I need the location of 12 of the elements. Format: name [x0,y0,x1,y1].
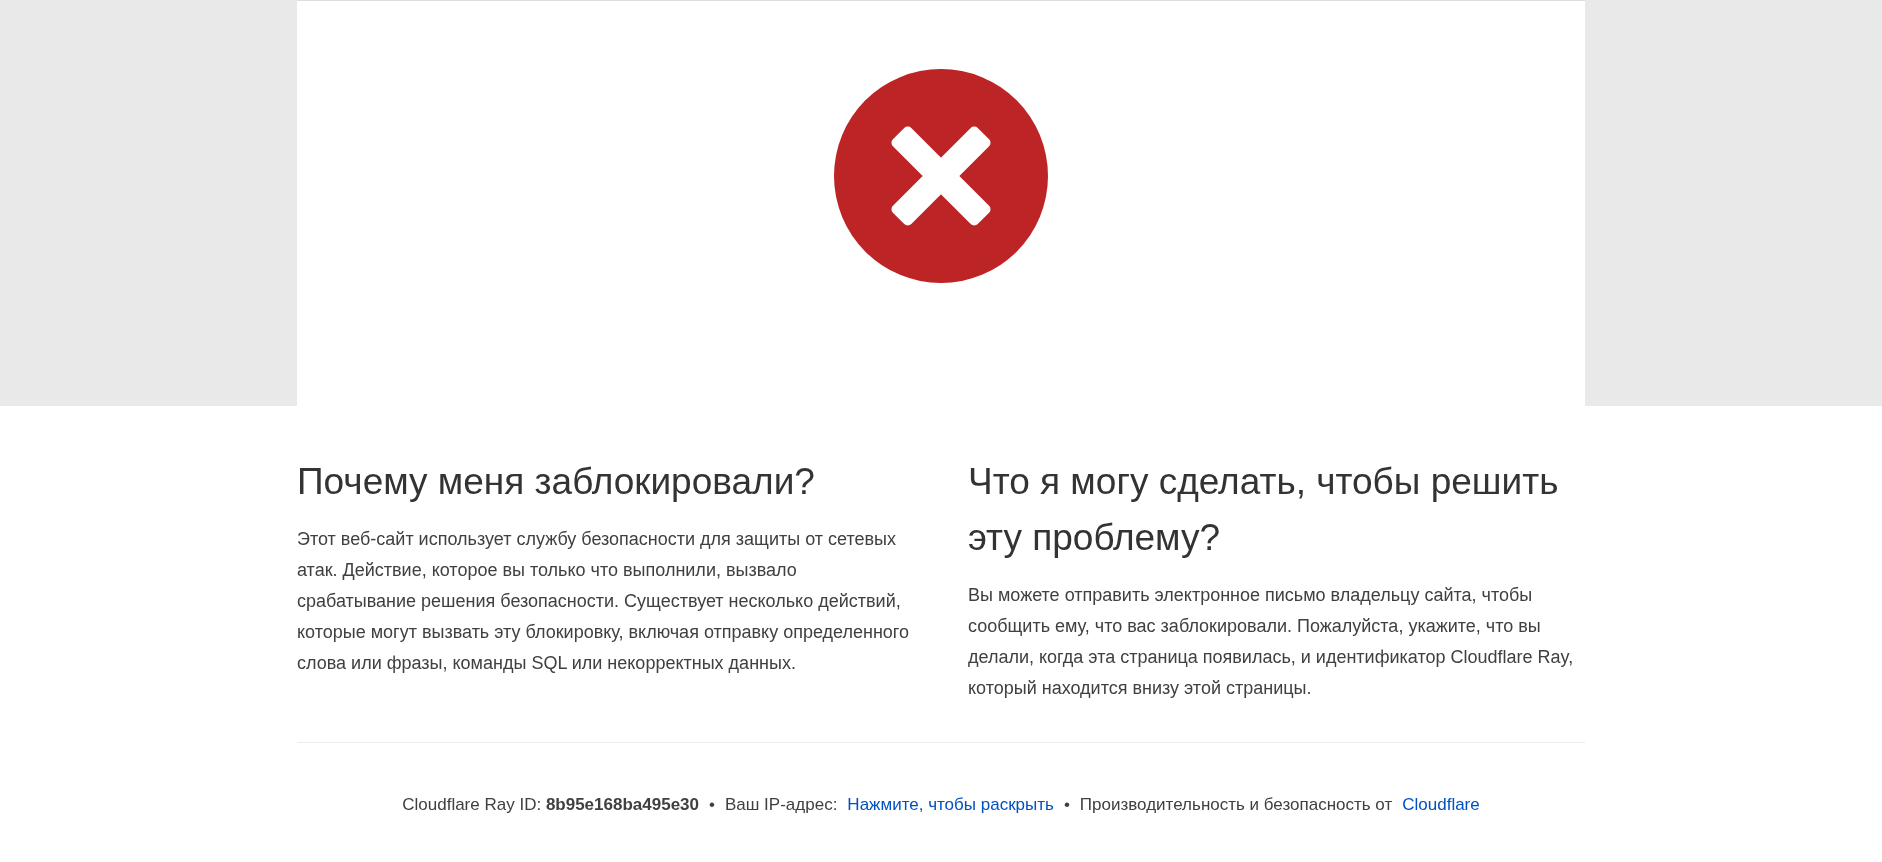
section-heading: Что я могу сделать, чтобы решить эту проблему? [968,460,1560,560]
ray-id-text: Cloudflare Ray ID: 8b95e168ba495e30 [402,795,699,815]
performance-label: Производительность и безопасность от [1079,795,1393,815]
reveal-ip-link[interactable]: Нажмите, чтобы раскрыть [847,795,1054,815]
error-icon [834,69,1048,283]
separator-dot: • [1063,795,1070,815]
separator-dot: • [709,795,715,815]
provider-link[interactable]: Cloudflare [1402,795,1480,815]
section-text: Этот веб-сайт использует службу безопасности для защиты от сетевых атак. Действие, которое вы только что выполнили, вызвало срабатывание решения безопасности. Существует несколько действий, которые могут вызвать эту блокировку, включая отправку определенного слова или фразы, команды SQL или некорректных данных. [297,528,911,675]
section-heading: Почему меня заблокировали? [297,460,816,504]
ip-label: Ваш IP-адрес: [724,795,838,815]
section-text: Вы можете отправить электронное письмо владельцу сайта, чтобы сообщить ему, что вас заблокировали. Пожалуйста, укажите, что вы делали, когда эта страница появилась, и идентификатор Cloudflare Ray, который находится внизу этой страницы. [968,584,1575,700]
